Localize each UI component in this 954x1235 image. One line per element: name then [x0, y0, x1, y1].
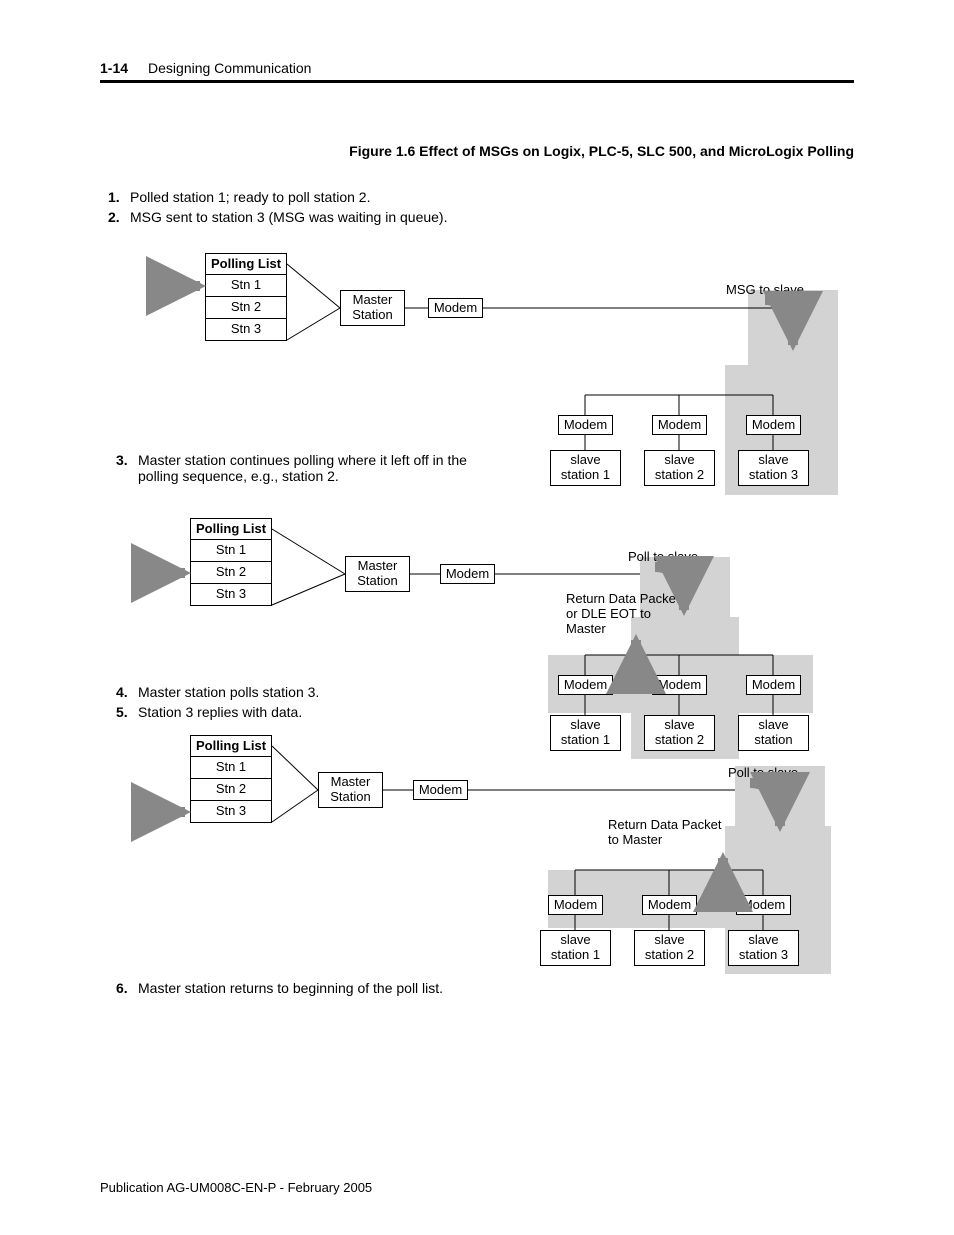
step-text: Master station polls station 3.: [138, 684, 319, 700]
slave-station-box: slave station 3: [738, 450, 809, 486]
poll-to-slave-label: Poll to slave: [618, 550, 708, 565]
modem-box: Modem: [652, 675, 707, 695]
return-data-label: Return Data Packet to Master: [608, 818, 728, 848]
step-text: MSG sent to station 3 (MSG was waiting i…: [130, 209, 447, 225]
poll-to-slave-label: Poll to slave: [718, 766, 808, 781]
return-data-label: Return Data Packet or DLE EOT to Master: [566, 592, 686, 637]
step-num: 6.: [116, 980, 134, 996]
step-num: 1.: [108, 189, 126, 205]
step-num: 2.: [108, 209, 126, 225]
step-num: 4.: [116, 684, 134, 700]
modem-box: Modem: [413, 780, 468, 800]
slave-station-box: slave station 1: [550, 715, 621, 751]
master-station-box: Master Station: [345, 556, 410, 592]
slave-station-box: slave station 2: [644, 450, 715, 486]
step-text: Master station continues polling where i…: [138, 452, 476, 484]
polling-list-box: Stn 1: [205, 275, 287, 297]
modem-box: Modem: [736, 895, 791, 915]
step-num: 5.: [116, 704, 134, 720]
polling-list-box: Stn 1: [190, 540, 272, 562]
step-num: 3.: [116, 452, 134, 484]
master-station-box: Master Station: [340, 290, 405, 326]
modem-box: Modem: [746, 675, 801, 695]
step-text: Polled station 1; ready to poll station …: [130, 189, 370, 205]
polling-list-box: Polling List: [205, 253, 287, 275]
polling-list-box: Stn 3: [190, 584, 272, 606]
master-station-box: Master Station: [318, 772, 383, 808]
figure-caption: Figure 1.6 Effect of MSGs on Logix, PLC-…: [100, 143, 854, 159]
step-list: 4.Master station polls station 3. 5.Stat…: [116, 680, 476, 724]
slave-station-box: slave station: [738, 715, 809, 751]
polling-list-box: Stn 2: [205, 297, 287, 319]
slave-station-box: slave station 1: [540, 930, 611, 966]
slave-station-box: slave station 2: [644, 715, 715, 751]
modem-box: Modem: [746, 415, 801, 435]
polling-list-box: Polling List: [190, 735, 272, 757]
slave-station-box: slave station 3: [728, 930, 799, 966]
section-title: Designing Communication: [148, 60, 311, 76]
modem-box: Modem: [558, 675, 613, 695]
polling-list-box: Stn 2: [190, 779, 272, 801]
modem-box: Modem: [428, 298, 483, 318]
slave-station-box: slave station 2: [634, 930, 705, 966]
modem-box: Modem: [440, 564, 495, 584]
publication-footer: Publication AG-UM008C-EN-P - February 20…: [100, 1180, 372, 1195]
msg-to-slave-label: MSG to slave: [720, 283, 810, 298]
modem-box: Modem: [652, 415, 707, 435]
page-number: 1-14: [100, 60, 128, 76]
running-header: 1-14 Designing Communication: [100, 60, 854, 83]
polling-list-box: Polling List: [190, 518, 272, 540]
diagram-connectors: [0, 0, 954, 1235]
step-list: 3.Master station continues polling where…: [116, 448, 476, 488]
polling-list-box: Stn 3: [205, 319, 287, 341]
modem-box: Modem: [558, 415, 613, 435]
step-text: Station 3 replies with data.: [138, 704, 302, 720]
modem-box: Modem: [642, 895, 697, 915]
step-text: Master station returns to beginning of t…: [138, 980, 443, 996]
polling-list-box: Stn 1: [190, 757, 272, 779]
modem-box: Modem: [548, 895, 603, 915]
step-list: 1.Polled station 1; ready to poll statio…: [108, 189, 854, 225]
slave-station-box: slave station 1: [550, 450, 621, 486]
step-list: 6.Master station returns to beginning of…: [116, 976, 496, 1000]
highlight-band: [748, 290, 838, 365]
polling-list-box: Stn 3: [190, 801, 272, 823]
polling-list-box: Stn 2: [190, 562, 272, 584]
